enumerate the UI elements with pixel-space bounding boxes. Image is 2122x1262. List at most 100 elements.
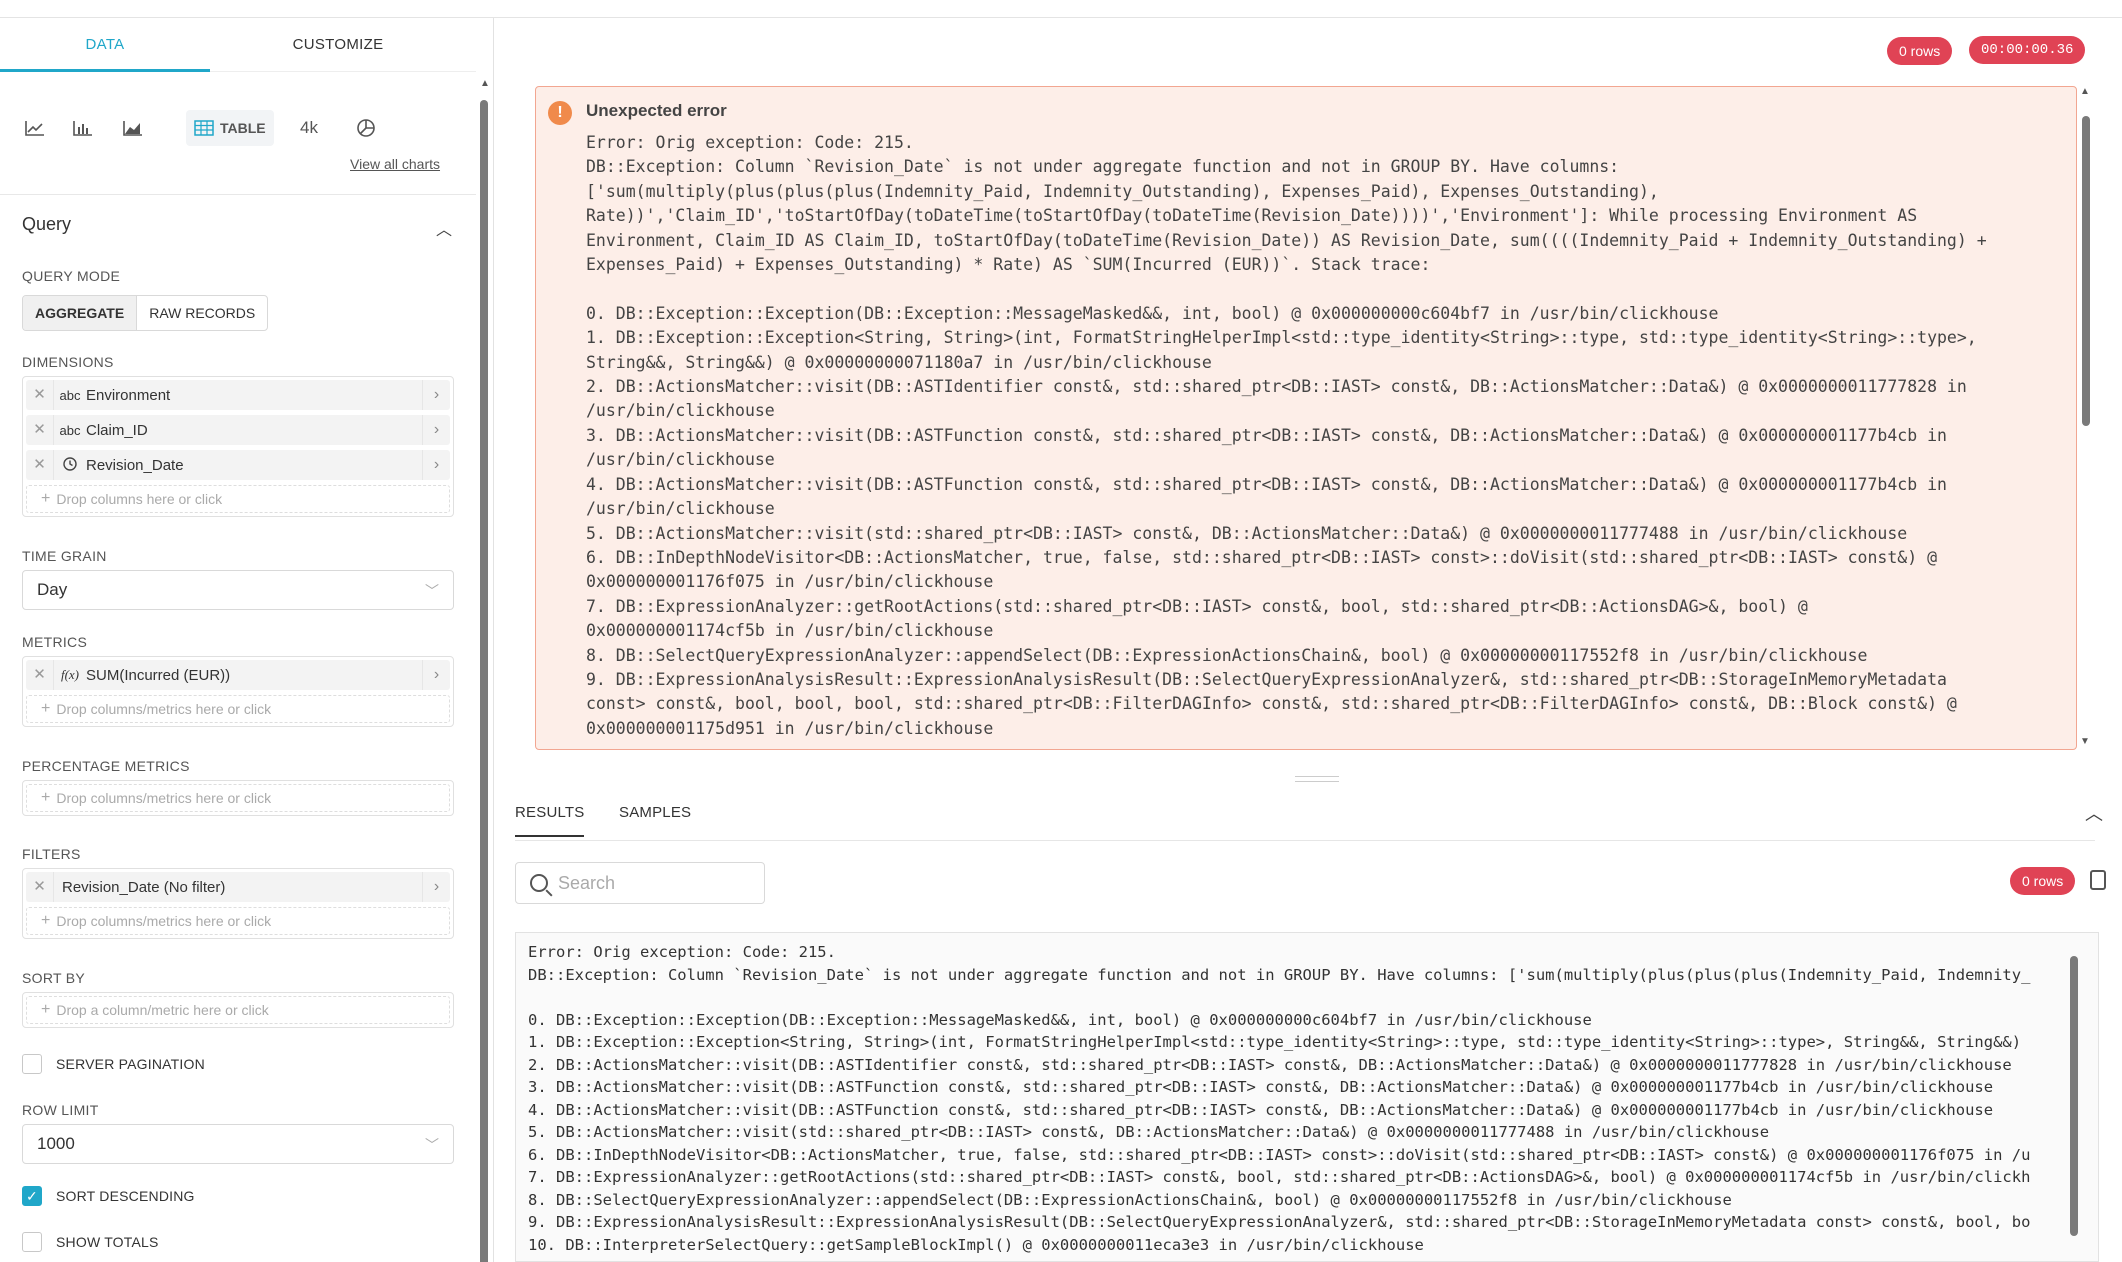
- dimensions-box: ✕ abc Environment › ✕ abc Claim_ID › ✕ R…: [22, 376, 454, 517]
- close-icon[interactable]: ✕: [26, 415, 54, 445]
- view-all-charts-link[interactable]: View all charts: [350, 156, 440, 172]
- clock-icon: [54, 456, 86, 474]
- tab-data[interactable]: DATA: [0, 18, 210, 72]
- table-viz-label: TABLE: [220, 120, 266, 136]
- time-grain-value: Day: [37, 580, 68, 599]
- scrollbar-thumb[interactable]: [2070, 956, 2078, 1236]
- control-panel: DATA CUSTOMIZE TABLE 4k View all charts: [0, 18, 494, 1262]
- error-alert: ! Unexpected error Error: Orig exception…: [535, 86, 2077, 750]
- tab-results[interactable]: RESULTS: [515, 804, 585, 837]
- drop-hint: Drop a column/metric here or click: [56, 1002, 269, 1018]
- metrics-drop-zone[interactable]: + Drop columns/metrics here or click: [26, 695, 450, 723]
- close-icon[interactable]: ✕: [26, 380, 54, 410]
- results-scrollbar[interactable]: [2065, 932, 2083, 1262]
- search-input[interactable]: Search: [515, 862, 765, 904]
- search-icon: [530, 874, 548, 892]
- drop-hint: Drop columns/metrics here or click: [56, 913, 272, 929]
- percentage-metrics-box: + Drop columns/metrics here or click: [22, 780, 454, 816]
- drop-hint: Drop columns here or click: [56, 491, 223, 507]
- raw-records-button[interactable]: RAW RECORDS: [137, 296, 267, 330]
- bar-chart-icon[interactable]: [72, 110, 94, 146]
- aggregate-button[interactable]: AGGREGATE: [23, 296, 138, 330]
- row-limit-select[interactable]: 1000 ﹀: [22, 1124, 454, 1164]
- row-limit-value: 1000: [37, 1134, 75, 1153]
- tab-samples[interactable]: SAMPLES: [619, 804, 691, 835]
- filter-pill[interactable]: ✕ Revision_Date (No filter) ›: [26, 872, 450, 902]
- sort-descending-checkbox[interactable]: ✓ SORT DESCENDING: [22, 1186, 195, 1206]
- filter-label: Revision_Date (No filter): [62, 878, 226, 896]
- area-chart-icon[interactable]: [122, 110, 144, 146]
- timer-badge: 00:00:00.36: [1969, 36, 2086, 64]
- dimensions-drop-zone[interactable]: + Drop columns here or click: [26, 485, 450, 513]
- chevron-down-icon: ﹀: [425, 1137, 439, 1153]
- checkbox-box[interactable]: [22, 1232, 42, 1252]
- resize-handle[interactable]: [1295, 776, 1339, 782]
- dimensions-label: DIMENSIONS: [22, 354, 114, 370]
- query-section-title[interactable]: Query: [22, 214, 71, 235]
- top-bar: [0, 0, 2122, 18]
- copy-icon[interactable]: [2090, 870, 2106, 890]
- pie-chart-icon[interactable]: [356, 110, 376, 146]
- chevron-right-icon[interactable]: ›: [422, 450, 450, 480]
- scroll-up-icon[interactable]: ▲: [480, 78, 490, 89]
- close-icon[interactable]: ✕: [26, 872, 54, 902]
- scrollbar-thumb[interactable]: [2082, 116, 2090, 426]
- sort-by-drop-zone[interactable]: + Drop a column/metric here or click: [26, 996, 450, 1024]
- scrollbar-thumb[interactable]: [480, 100, 488, 1262]
- drop-hint: Drop columns/metrics here or click: [56, 701, 272, 717]
- table-icon: [194, 120, 214, 136]
- metric-label: SUM(Incurred (EUR)): [86, 666, 231, 684]
- dimension-label: Claim_ID: [86, 421, 148, 439]
- scroll-up-icon[interactable]: ▲: [2080, 86, 2090, 97]
- metric-pill[interactable]: ✕ f(x) SUM(Incurred (EUR)) ›: [26, 660, 450, 690]
- chevron-right-icon[interactable]: ›: [422, 380, 450, 410]
- checkbox-label: SHOW TOTALS: [56, 1234, 159, 1250]
- explore-app: DATA CUSTOMIZE TABLE 4k View all charts: [0, 0, 2122, 1262]
- chevron-right-icon[interactable]: ›: [422, 415, 450, 445]
- filters-box: ✕ Revision_Date (No filter) › + Drop col…: [22, 868, 454, 939]
- error-title: Unexpected error: [586, 101, 727, 120]
- error-message: Error: Orig exception: Code: 215. DB::Ex…: [586, 133, 1987, 738]
- plus-icon: +: [41, 912, 51, 929]
- dimension-pill[interactable]: ✕ abc Claim_ID ›: [26, 415, 450, 445]
- percentage-drop-zone[interactable]: + Drop columns/metrics here or click: [26, 784, 450, 812]
- left-scrollbar[interactable]: ▲: [478, 78, 490, 1262]
- table-viz-button[interactable]: TABLE: [186, 110, 274, 146]
- show-totals-checkbox[interactable]: SHOW TOTALS: [22, 1232, 159, 1252]
- close-icon[interactable]: ✕: [26, 450, 54, 480]
- plus-icon: +: [41, 490, 51, 507]
- drop-hint: Drop columns/metrics here or click: [56, 790, 272, 806]
- big-number-icon[interactable]: 4k: [300, 110, 318, 146]
- close-icon[interactable]: ✕: [26, 660, 54, 690]
- line-chart-icon[interactable]: [24, 110, 46, 146]
- chevron-right-icon[interactable]: ›: [422, 872, 450, 902]
- query-mode-label: QUERY MODE: [22, 268, 121, 284]
- check-icon[interactable]: ✓: [22, 1186, 42, 1206]
- time-grain-label: TIME GRAIN: [22, 548, 107, 564]
- dimension-pill[interactable]: ✕ Revision_Date ›: [26, 450, 450, 480]
- row-count-badge: 0 rows: [1887, 37, 1953, 65]
- chevron-up-icon[interactable]: ︿: [2085, 800, 2103, 826]
- dimension-pill[interactable]: ✕ abc Environment ›: [26, 380, 450, 410]
- search-placeholder: Search: [558, 872, 616, 893]
- function-icon: f(x): [60, 667, 80, 682]
- dimension-label: Revision_Date: [86, 456, 184, 474]
- time-grain-select[interactable]: Day ﹀: [22, 570, 454, 610]
- dimension-label: Environment: [86, 386, 171, 404]
- tab-customize[interactable]: CUSTOMIZE: [210, 18, 466, 72]
- panel-tabs: DATA CUSTOMIZE: [0, 18, 476, 72]
- scroll-down-icon[interactable]: ▼: [2080, 736, 2090, 747]
- server-pagination-checkbox[interactable]: SERVER PAGINATION: [22, 1054, 205, 1074]
- chevron-right-icon[interactable]: ›: [422, 660, 450, 690]
- sort-by-label: SORT BY: [22, 970, 86, 986]
- error-scrollbar[interactable]: ▲ ▼: [2077, 86, 2095, 750]
- string-type-icon: abc: [59, 422, 81, 438]
- chevron-up-icon[interactable]: ︿: [436, 216, 452, 240]
- results-row-count-badge: 0 rows: [2010, 867, 2076, 895]
- results-error-message: Error: Orig exception: Code: 215. DB::Ex…: [528, 943, 2031, 1254]
- checkbox-box[interactable]: [22, 1054, 42, 1074]
- plus-icon: +: [41, 789, 51, 806]
- filters-drop-zone[interactable]: + Drop columns/metrics here or click: [26, 907, 450, 935]
- filters-label: FILTERS: [22, 846, 81, 862]
- chart-panel: 0 rows 00:00:00.36 ! Unexpected error Er…: [495, 18, 2122, 1262]
